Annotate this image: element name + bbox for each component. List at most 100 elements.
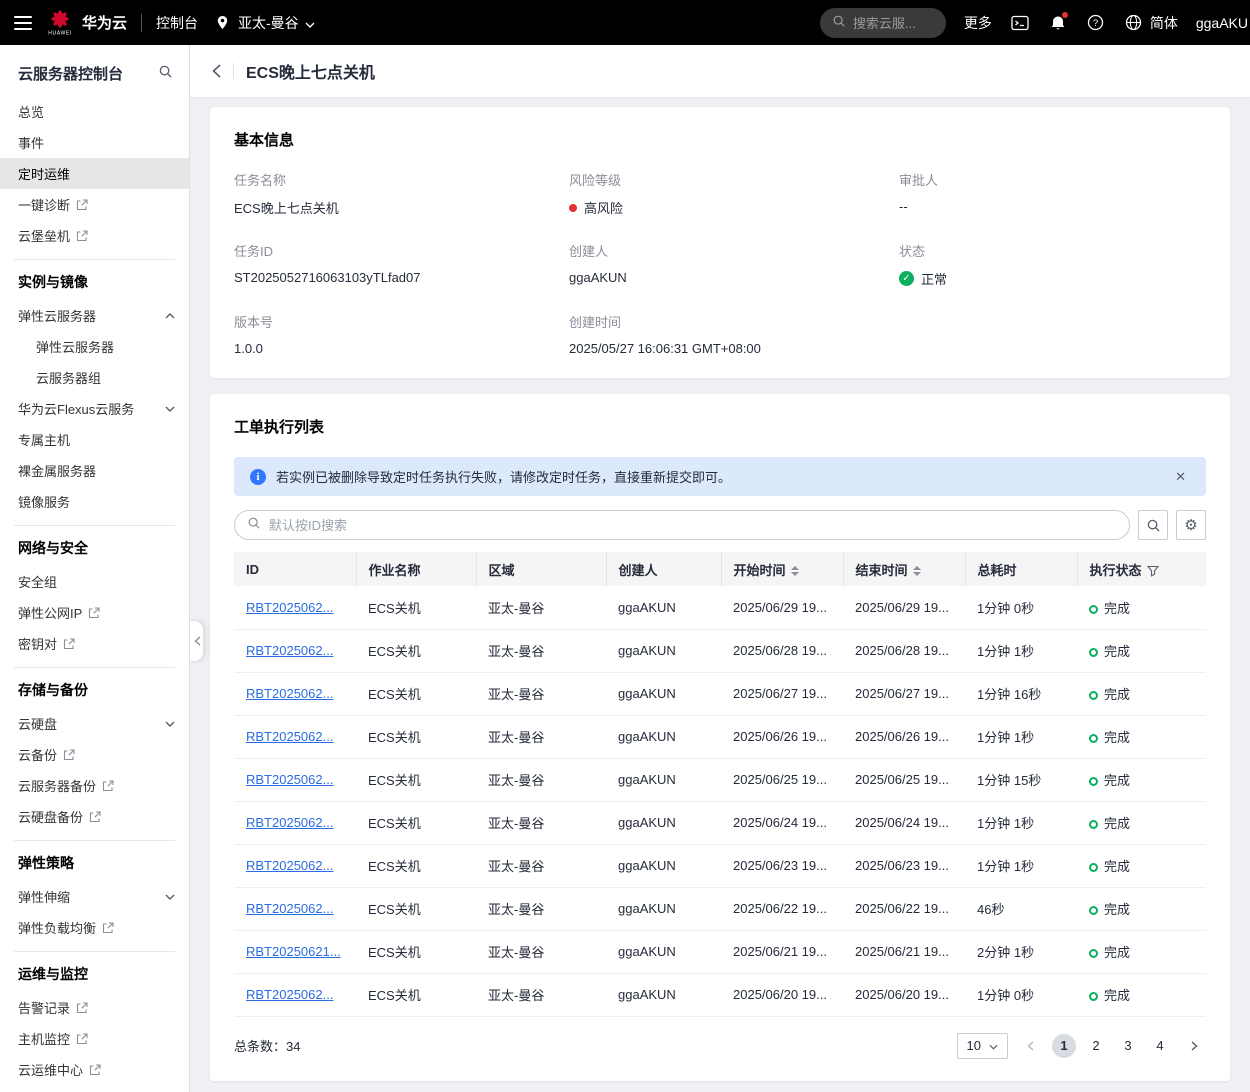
row-id-link[interactable]: RBT2025062... [234,973,356,1016]
prev-page-button[interactable] [1018,1034,1042,1058]
sidebar-collapse-handle[interactable] [190,620,204,662]
row-id-link[interactable]: RBT2025062... [234,715,356,758]
username[interactable]: ggaAKU [1196,15,1248,31]
row-id-link[interactable]: RBT2025062... [234,801,356,844]
sidebar-section-title: 存储与备份 [0,668,189,708]
external-link-icon [88,607,100,619]
sidebar-item[interactable]: 弹性伸缩 [0,881,189,912]
row-id-link[interactable]: RBT2025062... [234,844,356,887]
sidebar-item[interactable]: 密钥对 [0,628,189,659]
sidebar-item[interactable]: 弹性负载均衡 [0,912,189,943]
chevron-down-icon [165,721,175,727]
sidebar-item[interactable]: 云备份 [0,739,189,770]
more-link[interactable]: 更多 [964,13,992,33]
row-id-link[interactable]: RBT2025062... [234,887,356,930]
info-field-label: 审批人 [899,170,1206,189]
sidebar-item[interactable]: 华为云Flexus云服务 [0,393,189,424]
info-field-value: 1.0.0 [234,340,569,356]
sidebar-section-title: 运维与监控 [0,952,189,992]
sidebar-item[interactable]: 云服务器备份 [0,770,189,801]
sidebar-item-label: 云硬盘备份 [18,807,83,826]
sidebar-item-label: 弹性伸缩 [18,887,70,906]
page-number[interactable]: 4 [1148,1034,1172,1058]
row-status: 完成 [1077,844,1206,887]
status-success-icon [1089,648,1098,657]
sidebar-item[interactable]: 裸金属服务器 [0,455,189,486]
row-status: 完成 [1077,758,1206,801]
sidebar-item[interactable]: 云服务器组 [0,362,189,393]
region-label: 亚太-曼谷 [238,13,299,33]
info-field-label: 创建时间 [569,312,899,331]
row-end-time: 2025/06/23 19... [843,844,965,887]
language-selector[interactable]: 简体 [1124,13,1178,33]
row-region: 亚太-曼谷 [476,973,606,1016]
status-normal-check-icon: ✓ [899,271,914,286]
sidebar-item-label: 华为云Flexus云服务 [18,399,134,418]
sidebar-item[interactable]: 主机监控 [0,1023,189,1054]
hamburger-menu-icon[interactable] [14,16,32,30]
sidebar-item-label: 一键诊断 [18,195,70,214]
sidebar-item[interactable]: 镜像服务 [0,486,189,517]
execution-list-title: 工单执行列表 [234,416,1206,437]
sidebar-item[interactable]: 告警记录 [0,992,189,1023]
row-status: 完成 [1077,973,1206,1016]
row-status: 完成 [1077,672,1206,715]
sidebar-item[interactable]: 云堡垒机 [0,220,189,251]
filter-icon[interactable] [1147,565,1159,577]
table-search-input[interactable] [269,518,1117,533]
page-number[interactable]: 1 [1052,1034,1076,1058]
page-number[interactable]: 3 [1116,1034,1140,1058]
sidebar-item[interactable]: 专属主机 [0,424,189,455]
page-size-select[interactable]: 10 [957,1033,1008,1059]
sidebar-item[interactable]: 安全组 [0,566,189,597]
row-duration: 1分钟 16秒 [965,672,1077,715]
sidebar-item[interactable]: 云硬盘 [0,708,189,739]
next-page-button[interactable] [1182,1034,1206,1058]
row-id-link[interactable]: RBT20250621... [234,930,356,973]
console-link[interactable]: 控制台 [156,13,198,33]
row-creator: ggaAKUN [606,801,721,844]
row-status-label: 完成 [1104,644,1130,659]
sidebar-item[interactable]: 云运维中心 [0,1054,189,1085]
table-search-box[interactable] [234,510,1130,540]
sidebar-item[interactable]: 弹性云服务器 [0,331,189,362]
sort-icon[interactable] [913,566,921,576]
notifications-bell-icon[interactable] [1048,13,1068,33]
sort-icon[interactable] [791,566,799,576]
basic-info-grid: 任务名称ECS晚上七点关机风险等级高风险审批人--任务IDST202505271… [234,170,1206,356]
huawei-logo[interactable]: HUAWEI 华为云 [46,10,127,36]
sidebar-item[interactable]: 云硬盘备份 [0,801,189,832]
row-id-link[interactable]: RBT2025062... [234,758,356,801]
sidebar-item[interactable]: 事件 [0,127,189,158]
page-number[interactable]: 2 [1084,1034,1108,1058]
table-row: RBT2025062...ECS关机亚太-曼谷ggaAKUN2025/06/23… [234,844,1206,887]
basic-info-card: 基本信息 任务名称ECS晚上七点关机风险等级高风险审批人--任务IDST2025… [210,107,1230,378]
row-status-label: 完成 [1104,988,1130,1003]
row-job-name: ECS关机 [356,801,476,844]
status-success-icon [1089,820,1098,829]
region-selector[interactable]: 亚太-曼谷 [212,13,315,33]
sidebar-item[interactable]: 定时运维 [0,158,189,189]
info-field: 审批人-- [899,170,1206,217]
help-icon[interactable]: ? [1086,13,1106,33]
column-header-label: ID [246,562,259,577]
sidebar-item[interactable]: 一键诊断 [0,189,189,220]
pagination: 10 1234 [957,1033,1206,1059]
sidebar-search-icon[interactable] [158,64,173,84]
info-field: 任务IDST2025052716063103yTLfad07 [234,241,569,288]
settings-gear-button[interactable]: ⚙ [1176,510,1206,540]
row-id-link[interactable]: RBT2025062... [234,629,356,672]
sidebar-item-label: 告警记录 [18,998,70,1017]
sidebar: 云服务器控制台 总览事件定时运维一键诊断云堡垒机实例与镜像弹性云服务器弹性云服务… [0,45,190,1092]
banner-close-icon[interactable]: ✕ [1171,469,1190,485]
row-id-link[interactable]: RBT2025062... [234,586,356,629]
sidebar-item[interactable]: 弹性云服务器 [0,300,189,331]
external-link-icon [63,638,75,650]
search-button[interactable] [1138,510,1168,540]
back-button[interactable] [212,64,221,78]
cli-terminal-icon[interactable] [1010,13,1030,33]
sidebar-item[interactable]: 弹性公网IP [0,597,189,628]
sidebar-item[interactable]: 总览 [0,96,189,127]
global-search[interactable]: 搜索云服... [820,8,946,38]
row-id-link[interactable]: RBT2025062... [234,672,356,715]
